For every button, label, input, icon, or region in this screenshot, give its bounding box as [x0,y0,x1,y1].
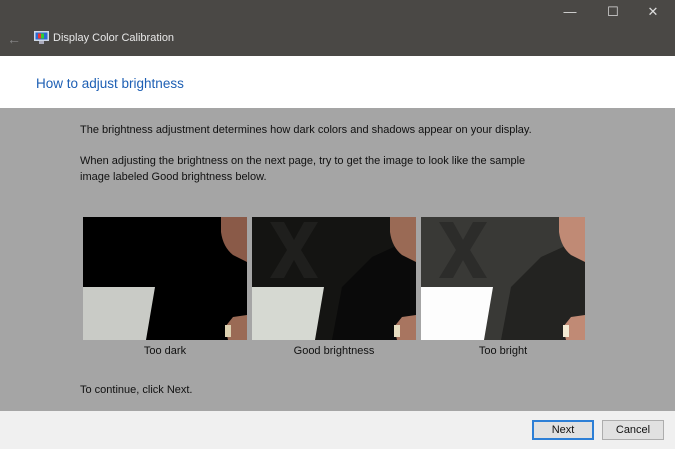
caption-too-bright: Too bright [478,345,528,357]
page-title: How to adjust brightness [36,76,184,91]
caption-too-dark: Too dark [143,345,187,357]
cancel-button[interactable]: Cancel [602,420,664,440]
display-calibration-icon [34,31,49,44]
continue-text: To continue, click Next. [80,384,193,396]
title-bar: — ☐ ✕ ← Display Color Calibration [0,0,675,56]
back-arrow-icon[interactable]: ← [7,31,21,47]
caption-good-brightness: Good brightness [293,345,375,357]
window-title: Display Color Calibration [53,32,175,44]
intro-text: The brightness adjustment determines how… [80,124,532,136]
sample-image-too-bright [421,217,585,340]
next-button[interactable]: Next [532,420,594,440]
minimize-button[interactable]: — [547,0,593,24]
sample-image-good-brightness [252,217,416,340]
content-area: The brightness adjustment determines how… [0,108,675,411]
footer: Next Cancel [0,411,675,449]
page-header: How to adjust brightness [0,56,675,108]
close-button[interactable]: ✕ [630,0,675,24]
instruction-text-2: image labeled Good brightness below. [80,171,267,183]
instruction-text-1: When adjusting the brightness on the nex… [80,155,526,167]
sample-image-too-dark [83,217,247,340]
